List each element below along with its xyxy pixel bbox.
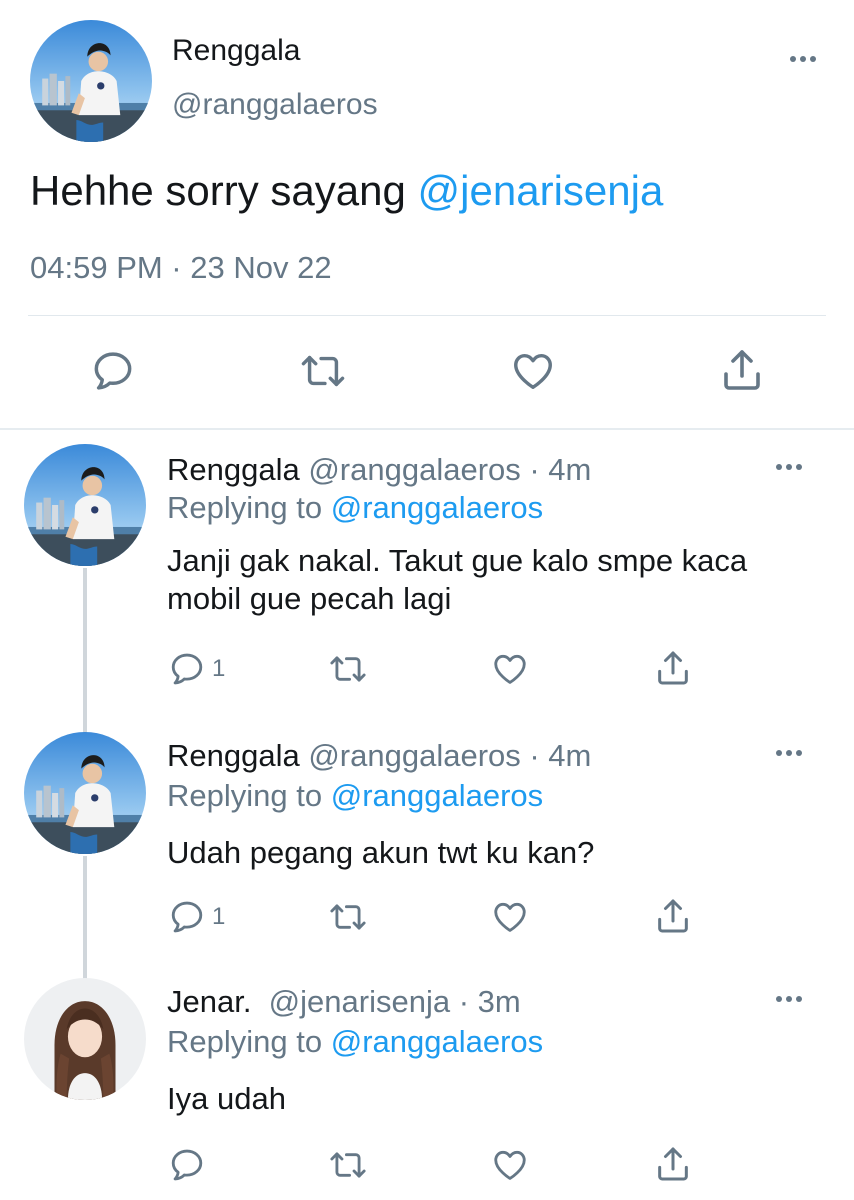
reply-header: Renggala @ranggalaeros · 4m: [167, 738, 591, 774]
reply-actions: 1: [0, 650, 854, 694]
share-icon: [653, 1144, 693, 1184]
replying-to: Replying to @ranggalaeros: [167, 1024, 543, 1060]
timestamp[interactable]: 04:59 PM · 23 Nov 22: [30, 250, 332, 286]
reply-button[interactable]: 1: [168, 898, 225, 936]
like-icon: [490, 1146, 530, 1184]
author-meta[interactable]: @ranggalaeros · 4m: [300, 738, 591, 773]
section-separator: [0, 428, 854, 430]
more-options-icon[interactable]: [776, 996, 802, 1002]
share-button[interactable]: [653, 648, 693, 688]
replying-handle[interactable]: @ranggalaeros: [331, 1024, 543, 1059]
reply-text: Iya udah: [167, 1081, 286, 1116]
share-button[interactable]: [653, 896, 693, 936]
like-icon: [509, 348, 557, 394]
share-icon: [653, 896, 693, 936]
reply-header: Renggala @ranggalaeros · 4m: [167, 452, 591, 488]
retweet-button[interactable]: [298, 348, 348, 394]
tweet-text: Hehhe sorry sayang @jenarisenja: [30, 167, 663, 215]
retweet-icon: [326, 898, 370, 936]
replying-label: Replying to: [167, 778, 331, 813]
replying-handle[interactable]: @ranggalaeros: [331, 490, 543, 525]
retweet-icon: [326, 650, 370, 688]
reply-actions: 1: [0, 898, 854, 942]
share-button[interactable]: [718, 346, 766, 394]
retweet-button[interactable]: [326, 1146, 370, 1184]
reply-icon: [168, 650, 206, 688]
reply-button[interactable]: 1: [168, 650, 225, 688]
mention-link[interactable]: @jenarisenja: [418, 167, 664, 214]
reply-actions: [0, 1146, 854, 1190]
like-button[interactable]: [490, 898, 530, 936]
author-name[interactable]: Jenar.: [167, 984, 251, 1019]
replying-label: Replying to: [167, 490, 331, 525]
like-button[interactable]: [490, 1146, 530, 1184]
avatar[interactable]: [24, 444, 146, 566]
avatar-image: [24, 978, 146, 1100]
author-name[interactable]: Renggala: [167, 452, 300, 487]
avatar[interactable]: [24, 732, 146, 854]
tweet-actions: [0, 342, 854, 402]
author-name[interactable]: Renggala: [172, 34, 300, 68]
avatar-image: [24, 732, 146, 854]
avatar-image: [30, 20, 152, 142]
main-tweet: Renggala @ranggalaeros Hehhe sorry sayan…: [0, 0, 854, 430]
author-handle[interactable]: @ranggalaeros: [172, 88, 378, 122]
avatar[interactable]: [30, 20, 152, 142]
replying-to: Replying to @ranggalaeros: [167, 490, 543, 526]
reply-count: 1: [212, 655, 226, 682]
replying-to: Replying to @ranggalaeros: [167, 778, 543, 814]
reply-button[interactable]: [90, 348, 136, 394]
reply-text: Janji gak nakal. Takut gue kalo smpe kac…: [167, 543, 748, 616]
reply-tweet: Jenar. @jenarisenja · 3m Replying to @ra…: [0, 976, 854, 1200]
avatar-image: [24, 444, 146, 566]
reply-header: Jenar. @jenarisenja · 3m: [167, 984, 521, 1020]
reply-icon: [90, 348, 136, 394]
replying-handle[interactable]: @ranggalaeros: [331, 778, 543, 813]
avatar[interactable]: [24, 978, 146, 1100]
author-meta[interactable]: @ranggalaeros · 4m: [300, 452, 591, 487]
reply-icon: [168, 1146, 206, 1184]
author-meta[interactable]: @jenarisenja · 3m: [251, 984, 521, 1019]
more-options-icon[interactable]: [776, 464, 802, 470]
reply-icon: [168, 898, 206, 936]
more-options-icon[interactable]: [776, 750, 802, 756]
like-button[interactable]: [509, 348, 557, 394]
reply-tweet: Renggala @ranggalaeros · 4m Replying to …: [0, 440, 854, 730]
author-name[interactable]: Renggala: [167, 738, 300, 773]
reply-tweet: Renggala @ranggalaeros · 4m Replying to …: [0, 728, 854, 978]
like-icon: [490, 650, 530, 688]
retweet-button[interactable]: [326, 898, 370, 936]
share-button[interactable]: [653, 1144, 693, 1184]
reply-button[interactable]: [168, 1146, 212, 1184]
retweet-button[interactable]: [326, 650, 370, 688]
tweet-text-body: Hehhe sorry sayang: [30, 167, 418, 214]
share-icon: [653, 648, 693, 688]
like-button[interactable]: [490, 650, 530, 688]
replying-label: Replying to: [167, 1024, 331, 1059]
reply-text: Udah pegang akun twt ku kan?: [167, 835, 595, 870]
divider: [28, 315, 826, 316]
share-icon: [718, 346, 766, 394]
retweet-icon: [298, 348, 348, 394]
reply-count: 1: [212, 903, 226, 930]
more-options-icon[interactable]: [790, 56, 816, 62]
like-icon: [490, 898, 530, 936]
retweet-icon: [326, 1146, 370, 1184]
